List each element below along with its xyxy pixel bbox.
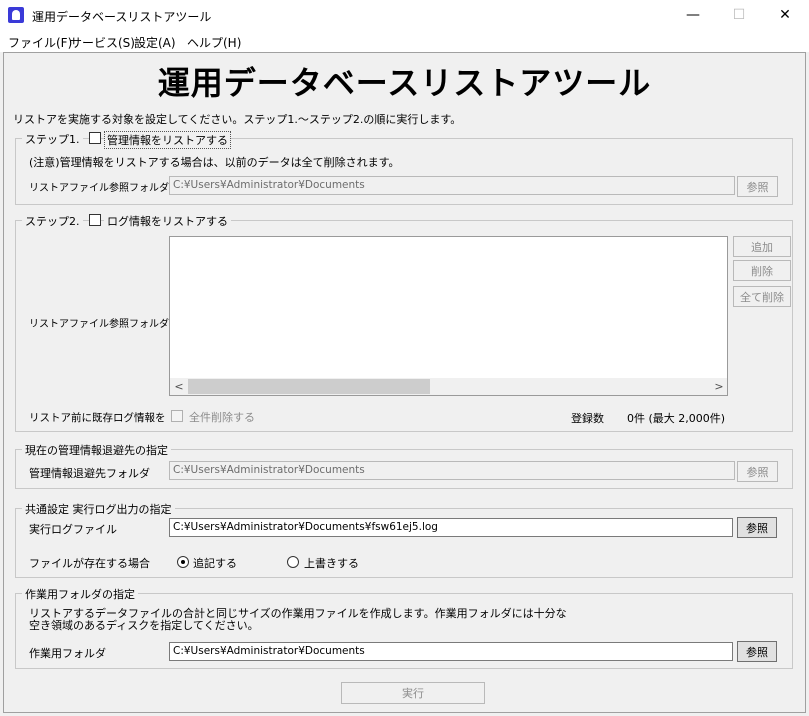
step1-browse-button[interactable]: 参照 — [737, 176, 778, 197]
app-icon — [8, 7, 24, 23]
scroll-left-icon[interactable]: < — [172, 379, 186, 394]
common-legend: 共通設定 実行ログ出力の指定 — [22, 501, 175, 517]
step2-folder-label: リストアファイル参照フォルダ — [29, 319, 169, 330]
work-legend: 作業用フォルダの指定 — [22, 586, 138, 602]
count-value: 0件 (最大 2,000件) — [627, 412, 726, 425]
step1-legend: ステップ1. — [22, 131, 83, 147]
delete-all-checkbox-label[interactable]: 全件削除する — [189, 409, 255, 425]
work-folder-label: 作業用フォルダ — [29, 647, 106, 660]
work-browse-button[interactable]: 参照 — [737, 641, 777, 662]
remove-button[interactable]: 削除 — [733, 260, 791, 281]
step2-checkbox[interactable] — [89, 214, 101, 226]
log-browse-button[interactable]: 参照 — [737, 517, 777, 538]
count-label: 登録数 — [571, 412, 604, 425]
append-radio-label[interactable]: 追記する — [193, 555, 237, 571]
add-button[interactable]: 追加 — [733, 236, 791, 257]
log-file-field[interactable]: C:¥Users¥Administrator¥Documents¥fsw61ej… — [169, 518, 733, 537]
backup-folder-field[interactable]: C:¥Users¥Administrator¥Documents — [169, 461, 735, 480]
delete-all-checkbox[interactable] — [171, 410, 183, 422]
menu-settings[interactable]: 設定(A) — [134, 34, 176, 51]
maximize-button[interactable]: ☐ — [716, 0, 762, 30]
window-title: 運用データベースリストアツール — [32, 10, 212, 24]
menu-file[interactable]: ファイル(F) — [8, 34, 72, 51]
pre-restore-label: リストア前に既存ログ情報を — [29, 412, 166, 424]
step1-checkbox-label[interactable]: 管理情報をリストアする — [104, 131, 231, 149]
list-scrollbar-thumb[interactable] — [188, 379, 430, 394]
backup-browse-button[interactable]: 参照 — [737, 461, 778, 482]
minimize-button[interactable]: — — [670, 0, 716, 30]
log-file-label: 実行ログファイル — [29, 523, 117, 536]
append-radio[interactable] — [177, 556, 189, 568]
work-description-line2: 空き領域のあるディスクを指定してください。 — [29, 619, 259, 632]
file-exists-label: ファイルが存在する場合 — [29, 557, 150, 570]
step2-legend: ステップ2. — [22, 213, 83, 229]
menu-service[interactable]: サービス(S) — [70, 34, 135, 51]
step1-folder-label: リストアファイル参照フォルダ — [29, 183, 169, 194]
work-folder-field[interactable]: C:¥Users¥Administrator¥Documents — [169, 642, 733, 661]
overwrite-radio[interactable] — [287, 556, 299, 568]
step2-file-list[interactable] — [169, 236, 728, 396]
scroll-right-icon[interactable]: > — [712, 379, 726, 394]
page-title: 運用データベースリストアツール — [157, 64, 652, 102]
step1-notice: (注意)管理情報をリストアする場合は、以前のデータは全て削除されます。 — [29, 156, 400, 169]
step1-checkbox[interactable] — [89, 132, 101, 144]
overwrite-radio-label[interactable]: 上書きする — [304, 555, 359, 571]
menu-help[interactable]: ヘルプ(H) — [187, 34, 241, 51]
backup-folder-label: 管理情報退避先フォルダ — [29, 467, 150, 480]
remove-all-button[interactable]: 全て削除 — [733, 286, 791, 307]
step2-checkbox-label[interactable]: ログ情報をリストアする — [104, 213, 231, 229]
backup-legend: 現在の管理情報退避先の指定 — [22, 442, 171, 458]
close-button[interactable]: ✕ — [762, 0, 808, 30]
execute-button[interactable]: 実行 — [341, 682, 485, 704]
step1-folder-field[interactable]: C:¥Users¥Administrator¥Documents — [169, 176, 735, 195]
instruction-text: リストアを実施する対象を設定してください。ステップ1.～ステップ2.の順に実行し… — [13, 113, 462, 126]
